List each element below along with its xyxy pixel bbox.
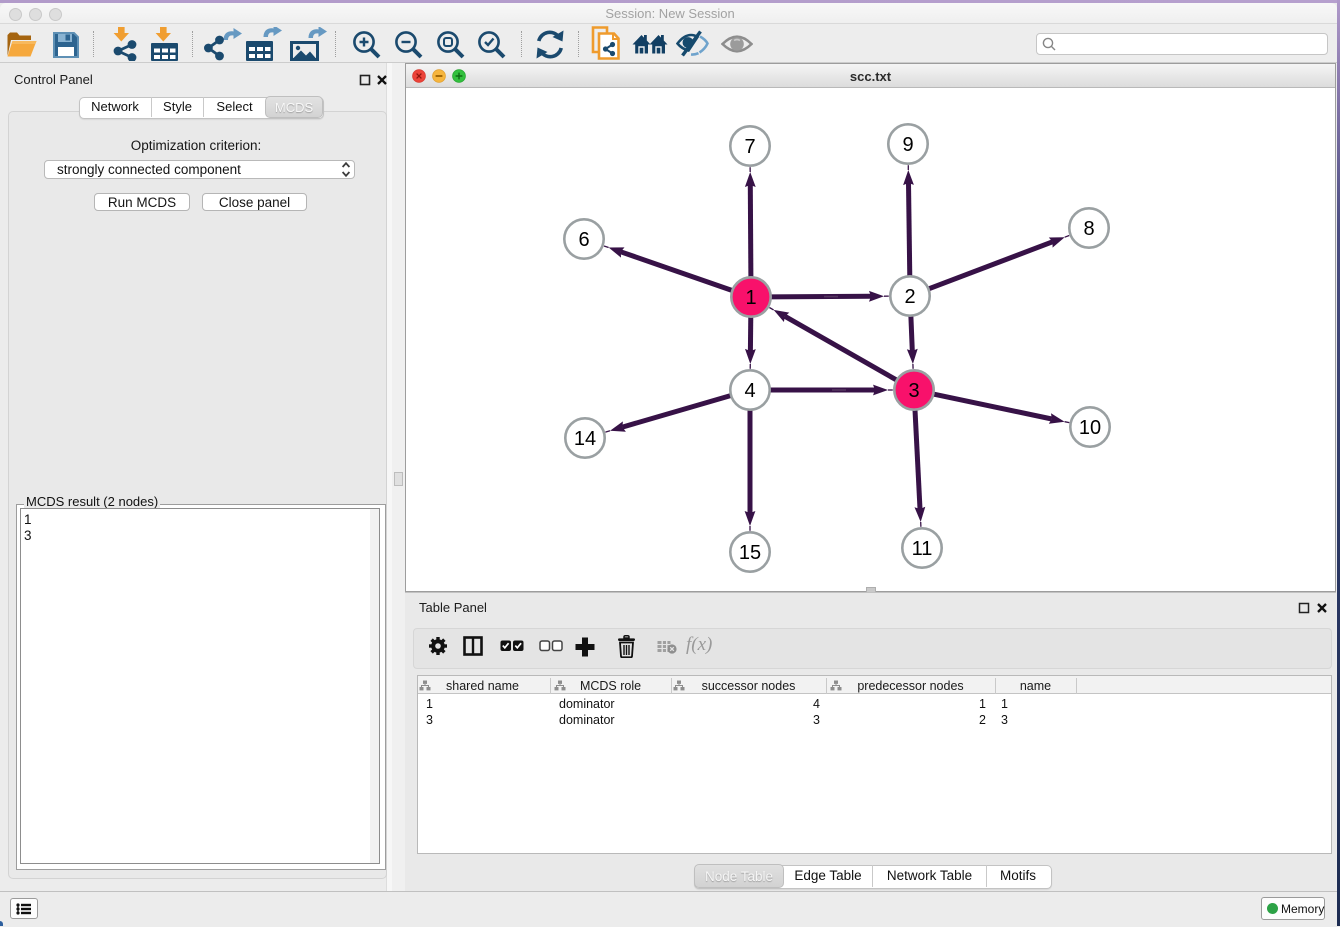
svg-text:6: 6 bbox=[578, 229, 589, 251]
svg-text:2: 2 bbox=[904, 286, 915, 308]
svg-text:1: 1 bbox=[745, 287, 756, 309]
svg-text:15: 15 bbox=[739, 542, 761, 564]
svg-text:11: 11 bbox=[912, 538, 933, 560]
svg-text:10: 10 bbox=[1079, 417, 1101, 439]
svg-text:9: 9 bbox=[902, 134, 913, 156]
svg-text:8: 8 bbox=[1083, 218, 1094, 240]
svg-text:4: 4 bbox=[744, 380, 755, 402]
svg-text:14: 14 bbox=[574, 428, 596, 450]
svg-text:7: 7 bbox=[744, 136, 755, 158]
svg-text:3: 3 bbox=[908, 380, 919, 402]
